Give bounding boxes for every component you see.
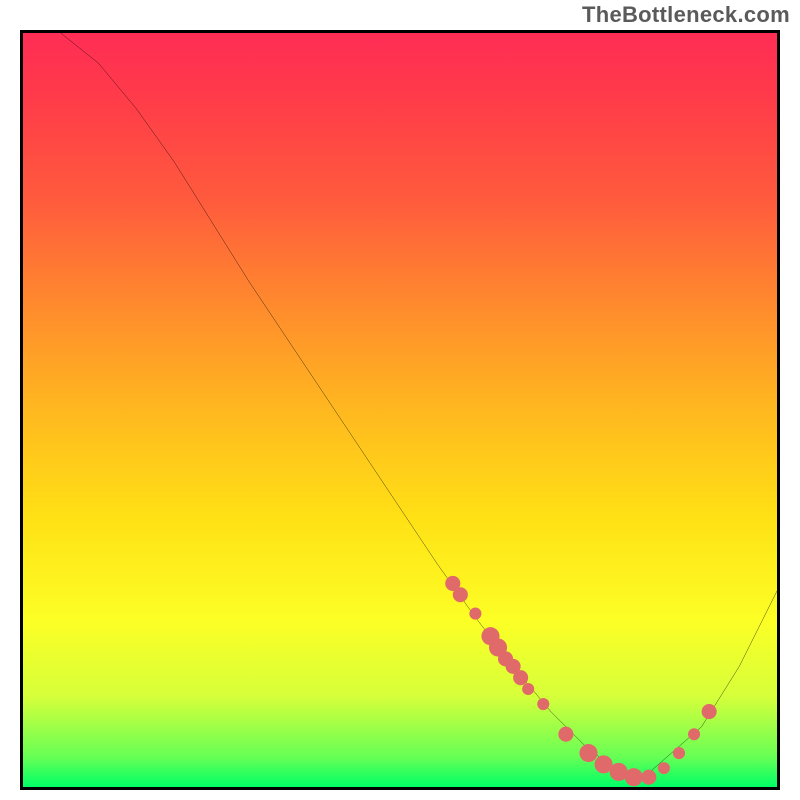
- plot-area: [20, 30, 780, 790]
- curve-path: [61, 33, 777, 779]
- highlight-dots-group: [445, 576, 716, 786]
- highlight-dot: [537, 698, 549, 710]
- highlight-dot: [513, 670, 528, 685]
- highlight-dot: [453, 587, 468, 602]
- highlight-dot: [673, 747, 685, 759]
- highlight-dot: [702, 704, 717, 719]
- highlight-dot: [469, 608, 481, 620]
- highlight-dot: [641, 770, 656, 785]
- highlight-dot: [688, 728, 700, 740]
- highlight-dot: [558, 727, 573, 742]
- highlight-dot: [522, 683, 534, 695]
- watermark-text: TheBottleneck.com: [582, 2, 790, 28]
- highlight-dot: [658, 762, 670, 774]
- chart-frame: TheBottleneck.com: [0, 0, 800, 800]
- highlight-dot: [625, 768, 643, 786]
- chart-svg: [23, 33, 777, 787]
- highlight-dot: [579, 744, 597, 762]
